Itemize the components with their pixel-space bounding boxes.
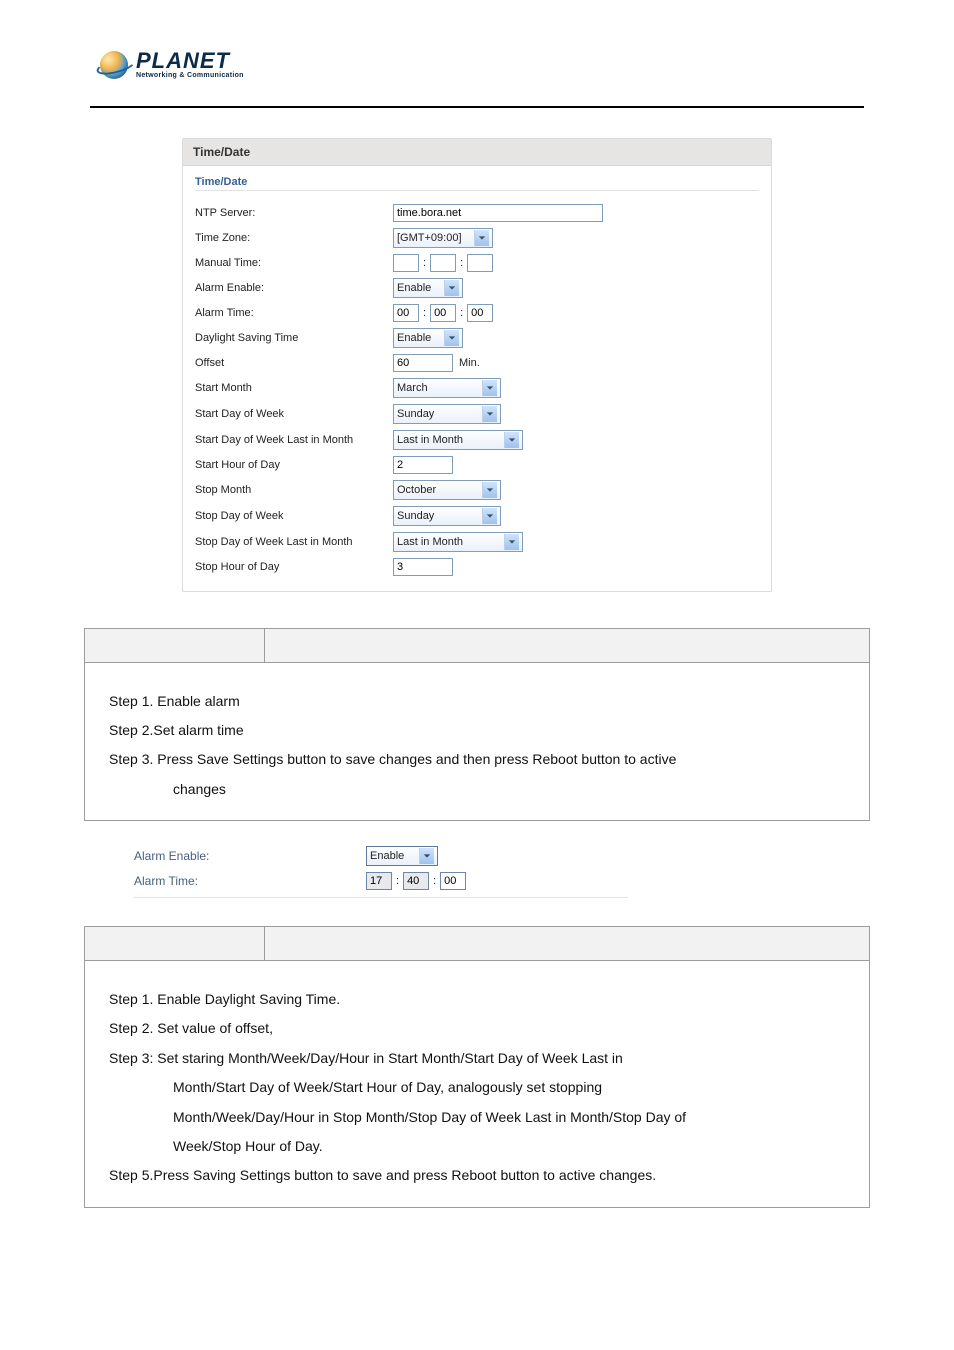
instruction-header xyxy=(85,927,869,961)
instr-line: Step 1. Enable alarm xyxy=(109,687,849,716)
alarm-enable-select[interactable]: Enable xyxy=(393,278,463,298)
row-start-month: Start Month March xyxy=(195,375,759,401)
label-alarm-enable-2: Alarm Enable: xyxy=(134,849,366,863)
alarm-enable-select-2[interactable]: Enable xyxy=(366,846,438,866)
instr-line: Month/Week/Day/Hour in Stop Month/Stop D… xyxy=(109,1103,849,1132)
chevron-down-icon xyxy=(482,482,497,498)
row-manual-time: Manual Time: : : xyxy=(195,251,759,275)
label-start-dow: Start Day of Week xyxy=(195,408,393,420)
start-dow-last-select[interactable]: Last in Month xyxy=(393,430,523,450)
label-dst: Daylight Saving Time xyxy=(195,332,393,344)
chevron-down-icon xyxy=(482,406,497,422)
label-alarm-time: Alarm Time: xyxy=(195,307,393,319)
alarm-min-input-2[interactable] xyxy=(403,872,429,890)
row-stop-hour: Stop Hour of Day xyxy=(195,555,759,579)
label-start-month: Start Month xyxy=(195,382,393,394)
label-stop-dow-last: Stop Day of Week Last in Month xyxy=(195,536,393,548)
row-alarm-enable: Alarm Enable: Enable xyxy=(195,275,759,301)
chevron-down-icon xyxy=(504,432,519,448)
instr-line: Step 2.Set alarm time xyxy=(109,716,849,745)
row-stop-dow-last: Stop Day of Week Last in Month Last in M… xyxy=(195,529,759,555)
instr-line: Week/Stop Hour of Day. xyxy=(109,1132,849,1161)
panel-title: Time/Date xyxy=(183,139,771,166)
label-stop-dow: Stop Day of Week xyxy=(195,510,393,522)
stop-hour-input[interactable] xyxy=(393,558,453,576)
chevron-down-icon xyxy=(482,508,497,524)
offset-unit: Min. xyxy=(453,357,480,369)
chevron-down-icon xyxy=(419,848,434,864)
row-alarm-time: Alarm Time: : : xyxy=(195,301,759,325)
instruction-box-2: Step 1. Enable Daylight Saving Time. Ste… xyxy=(84,926,870,1208)
label-stop-hour: Stop Hour of Day xyxy=(195,561,393,573)
chevron-down-icon xyxy=(504,534,519,550)
stop-dow-select[interactable]: Sunday xyxy=(393,506,501,526)
instruction-header xyxy=(85,629,869,663)
alarm-sample-panel: Alarm Enable: Enable Alarm Time: : : xyxy=(134,843,628,898)
stop-dow-last-select[interactable]: Last in Month xyxy=(393,532,523,552)
brand-logo: PLANET Networking & Communication xyxy=(100,50,244,79)
label-offset: Offset xyxy=(195,357,393,369)
globe-icon xyxy=(100,51,128,79)
start-dow-select[interactable]: Sunday xyxy=(393,404,501,424)
alarm-min-input[interactable] xyxy=(430,304,456,322)
row-stop-month: Stop Month October xyxy=(195,477,759,503)
row-time-zone: Time Zone: [GMT+09:00] xyxy=(195,225,759,251)
label-start-hour: Start Hour of Day xyxy=(195,459,393,471)
alarm-hour-input[interactable] xyxy=(393,304,419,322)
instr-line: Step 1. Enable Daylight Saving Time. xyxy=(109,985,849,1014)
alarm-sec-input-2[interactable] xyxy=(440,872,466,890)
label-timezone: Time Zone: xyxy=(195,232,393,244)
label-alarm-time-2: Alarm Time: xyxy=(134,874,366,888)
label-alarm-enable: Alarm Enable: xyxy=(195,282,393,294)
time-date-panel: Time/Date Time/Date NTP Server: Time Zon… xyxy=(182,138,772,592)
dst-enable-select[interactable]: Enable xyxy=(393,328,463,348)
row-start-hour: Start Hour of Day xyxy=(195,453,759,477)
instr-line: Step 3: Set staring Month/Week/Day/Hour … xyxy=(109,1044,849,1073)
ntp-server-input[interactable] xyxy=(393,204,603,222)
start-month-select[interactable]: March xyxy=(393,378,501,398)
brand-name: PLANET xyxy=(136,50,244,72)
label-ntp: NTP Server: xyxy=(195,207,393,219)
manual-min-input[interactable] xyxy=(430,254,456,272)
alarm-hour-input-2[interactable] xyxy=(366,872,392,890)
label-manual-time: Manual Time: xyxy=(195,257,393,269)
chevron-down-icon xyxy=(444,280,459,296)
chevron-down-icon xyxy=(482,380,497,396)
label-stop-month: Stop Month xyxy=(195,484,393,496)
brand-tagline: Networking & Communication xyxy=(136,72,244,79)
row-start-dow-last: Start Day of Week Last in Month Last in … xyxy=(195,427,759,453)
row-dst: Daylight Saving Time Enable xyxy=(195,325,759,351)
start-hour-input[interactable] xyxy=(393,456,453,474)
instruction-box-1: Step 1. Enable alarm Step 2.Set alarm ti… xyxy=(84,628,870,822)
row-start-dow: Start Day of Week Sunday xyxy=(195,401,759,427)
page-header: PLANET Networking & Communication xyxy=(0,0,954,92)
timezone-select[interactable]: [GMT+09:00] xyxy=(393,228,493,248)
instr-line: changes xyxy=(109,775,849,804)
row-ntp-server: NTP Server: xyxy=(195,201,759,225)
row-stop-dow: Stop Day of Week Sunday xyxy=(195,503,759,529)
row-offset: Offset Min. xyxy=(195,351,759,375)
chevron-down-icon xyxy=(474,230,489,246)
chevron-down-icon xyxy=(444,330,459,346)
manual-sec-input[interactable] xyxy=(467,254,493,272)
label-start-dow-last: Start Day of Week Last in Month xyxy=(195,434,393,446)
stop-month-select[interactable]: October xyxy=(393,480,501,500)
manual-hour-input[interactable] xyxy=(393,254,419,272)
instr-line: Month/Start Day of Week/Start Hour of Da… xyxy=(109,1073,849,1102)
instr-line: Step 3. Press Save Settings button to sa… xyxy=(109,745,849,774)
offset-input[interactable] xyxy=(393,354,453,372)
alarm-sec-input[interactable] xyxy=(467,304,493,322)
instr-line: Step 2. Set value of offset, xyxy=(109,1014,849,1043)
instr-line: Step 5.Press Saving Settings button to s… xyxy=(109,1161,849,1190)
fieldset-legend: Time/Date xyxy=(195,170,759,191)
